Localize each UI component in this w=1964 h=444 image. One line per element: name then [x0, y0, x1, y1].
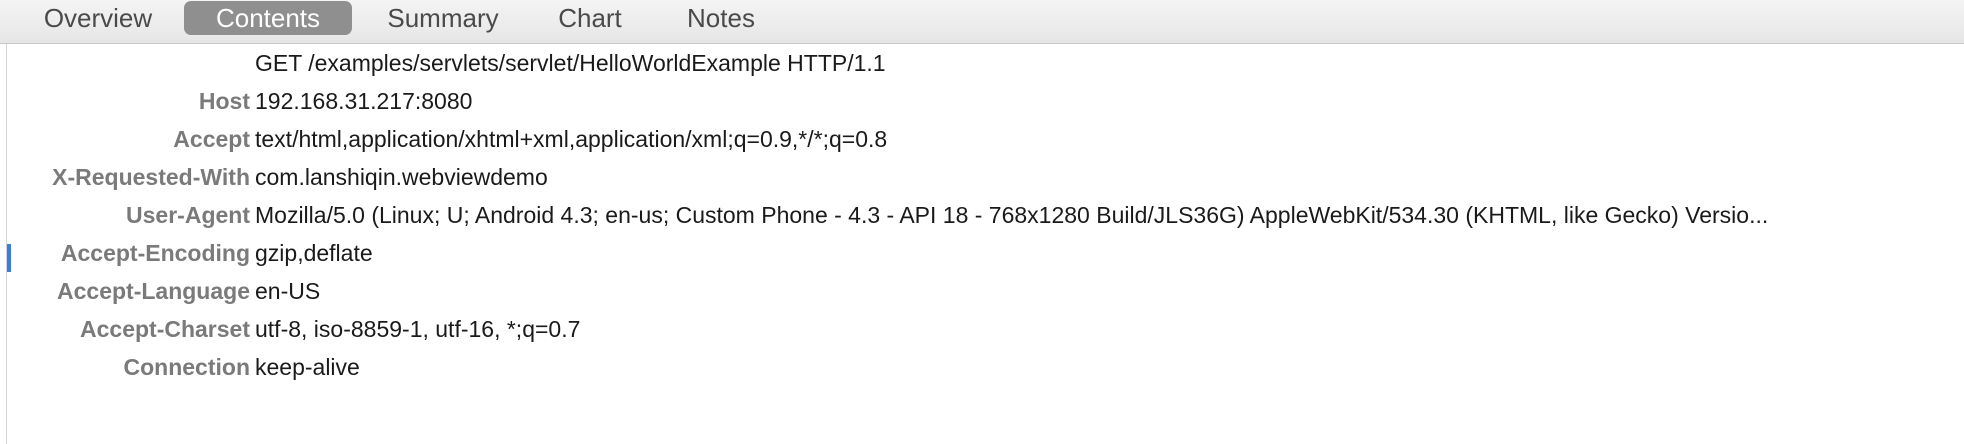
- tab-chart[interactable]: Chart: [540, 1, 640, 35]
- header-row-user-agent: User-Agent Mozilla/5.0 (Linux; U; Androi…: [7, 196, 1964, 234]
- header-row-accept: Accept text/html,application/xhtml+xml,a…: [7, 120, 1964, 158]
- request-line: GET /examples/servlets/servlet/HelloWorl…: [255, 50, 886, 76]
- request-contents-panel[interactable]: GET /examples/servlets/servlet/HelloWorl…: [6, 44, 1964, 444]
- header-row-host: Host 192.168.31.217:8080: [7, 82, 1964, 120]
- header-name: Accept: [173, 126, 250, 152]
- tab-contents[interactable]: Contents: [184, 1, 352, 35]
- header-row-accept-language: Accept-Language en-US: [7, 272, 1964, 310]
- tab-bar: Overview Contents Summary Chart Notes: [0, 0, 1964, 44]
- header-value: keep-alive: [255, 354, 360, 380]
- header-value: utf-8, iso-8859-1, utf-16, *;q=0.7: [255, 316, 581, 342]
- header-name: Host: [198, 88, 250, 114]
- header-name: Accept-Charset: [80, 316, 250, 342]
- header-value: 192.168.31.217:8080: [255, 88, 473, 114]
- header-name: User-Agent: [126, 202, 250, 228]
- header-name: Connection: [123, 354, 251, 380]
- tab-summary[interactable]: Summary: [364, 1, 522, 35]
- header-value: en-US: [255, 278, 321, 304]
- header-value: Mozilla/5.0 (Linux; U; Android 4.3; en-u…: [255, 202, 1769, 228]
- request-line-row: GET /examples/servlets/servlet/HelloWorl…: [7, 44, 1964, 82]
- header-value: text/html,application/xhtml+xml,applicat…: [255, 126, 888, 152]
- header-value: com.lanshiqin.webviewdemo: [255, 164, 548, 190]
- tab-notes[interactable]: Notes: [668, 1, 774, 35]
- header-value: gzip,deflate: [255, 240, 373, 266]
- request-inspector: Overview Contents Summary Chart Notes GE…: [0, 0, 1964, 444]
- header-row-x-requested-with: X-Requested-With com.lanshiqin.webviewde…: [7, 158, 1964, 196]
- header-name: Accept-Language: [57, 278, 250, 304]
- header-name: Accept-Encoding: [60, 240, 250, 266]
- header-name: X-Requested-With: [52, 164, 250, 190]
- tab-overview[interactable]: Overview: [18, 1, 178, 35]
- header-row-connection: Connection keep-alive: [7, 348, 1964, 386]
- header-row-accept-charset: Accept-Charset utf-8, iso-8859-1, utf-16…: [7, 310, 1964, 348]
- header-row-accept-encoding: Accept-Encoding gzip,deflate: [7, 234, 1964, 272]
